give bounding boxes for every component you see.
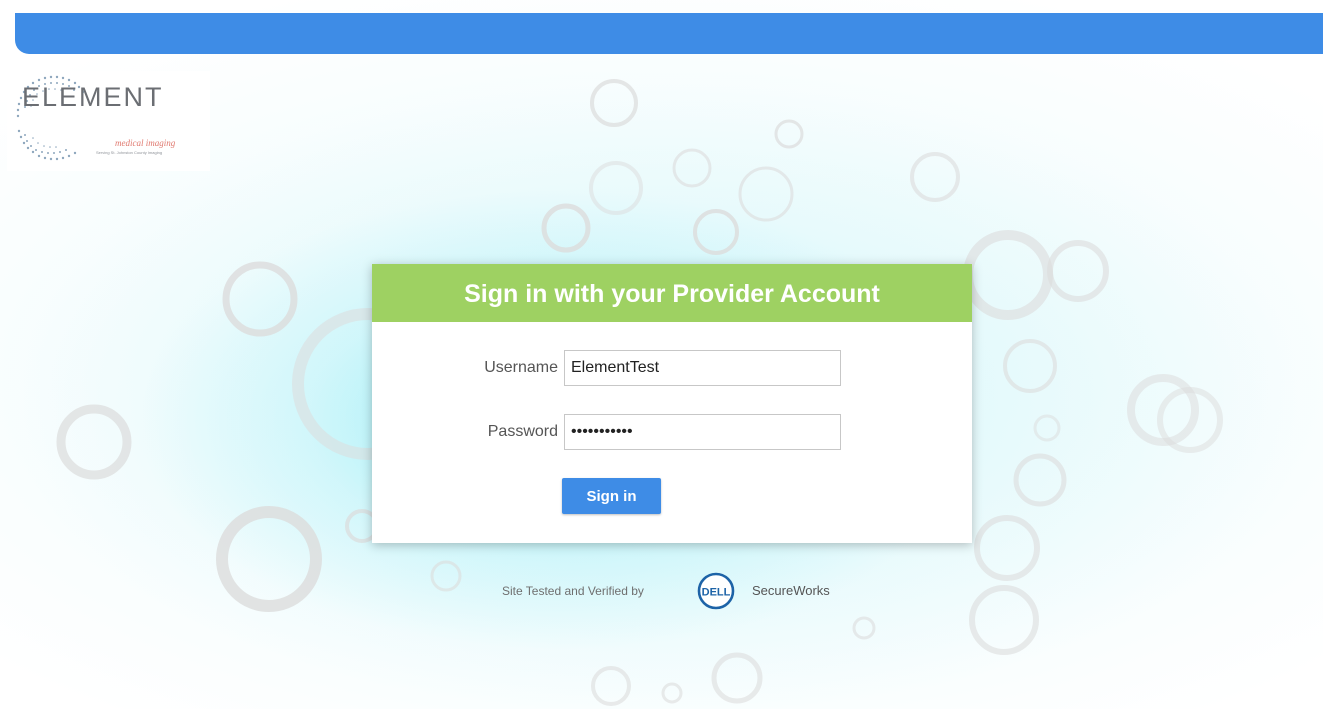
password-row: Password: [372, 414, 972, 452]
password-input[interactable]: [564, 414, 841, 450]
verified-text: Site Tested and Verified by: [502, 584, 644, 598]
username-label: Username: [484, 359, 558, 376]
login-title: Sign in with your Provider Account: [372, 264, 972, 322]
logo-subtitle: medical imaging: [115, 138, 176, 148]
login-card: Sign in with your Provider Account Usern…: [372, 264, 972, 543]
dell-logo-text: DELL: [702, 587, 731, 599]
dell-logo-icon: DELL: [697, 572, 735, 610]
password-label: Password: [487, 423, 558, 440]
logo-wordmark: ELEMENT: [22, 82, 164, 112]
secureworks-text: SecureWorks: [752, 583, 830, 598]
verified-by-badge[interactable]: Site Tested and Verified by DELL SecureW…: [502, 571, 862, 611]
logo-tagline: Serving St. Johnston County Imaging: [96, 150, 163, 155]
username-row: Username: [372, 350, 972, 388]
top-banner: [15, 13, 1323, 54]
sign-in-button[interactable]: Sign in: [562, 478, 661, 514]
username-input[interactable]: [564, 350, 841, 386]
element-logo: ELEMENT medical imaging Serving St. John…: [7, 71, 210, 171]
